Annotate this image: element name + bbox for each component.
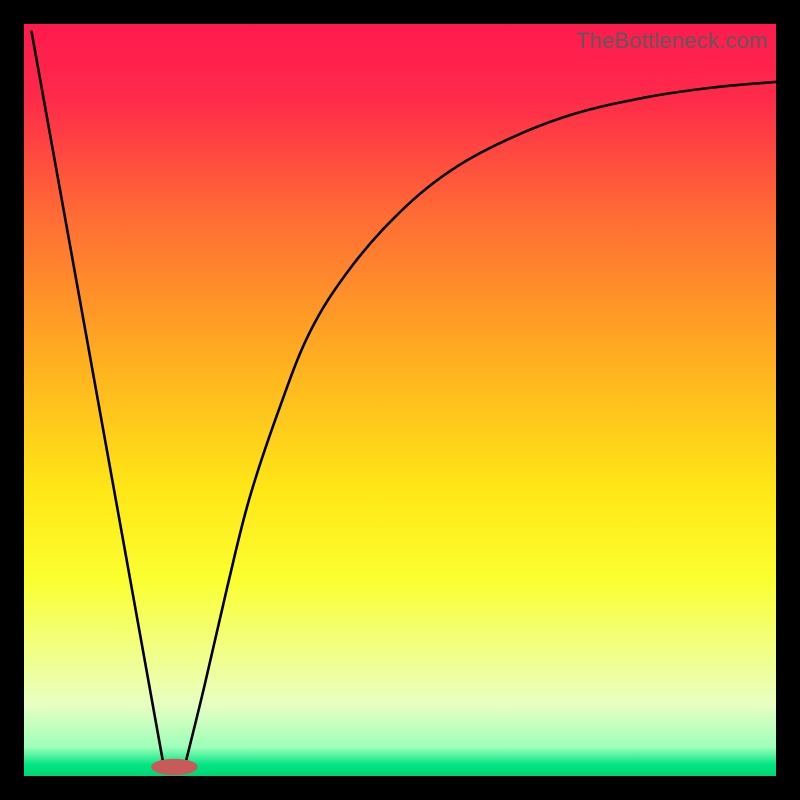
watermark-text: TheBottleneck.com bbox=[576, 28, 768, 54]
bottleneck-chart bbox=[24, 24, 776, 776]
chart-frame: TheBottleneck.com bbox=[24, 24, 776, 776]
chart-background bbox=[24, 24, 776, 776]
chart-marker bbox=[151, 759, 198, 776]
optimal-marker bbox=[151, 759, 198, 776]
